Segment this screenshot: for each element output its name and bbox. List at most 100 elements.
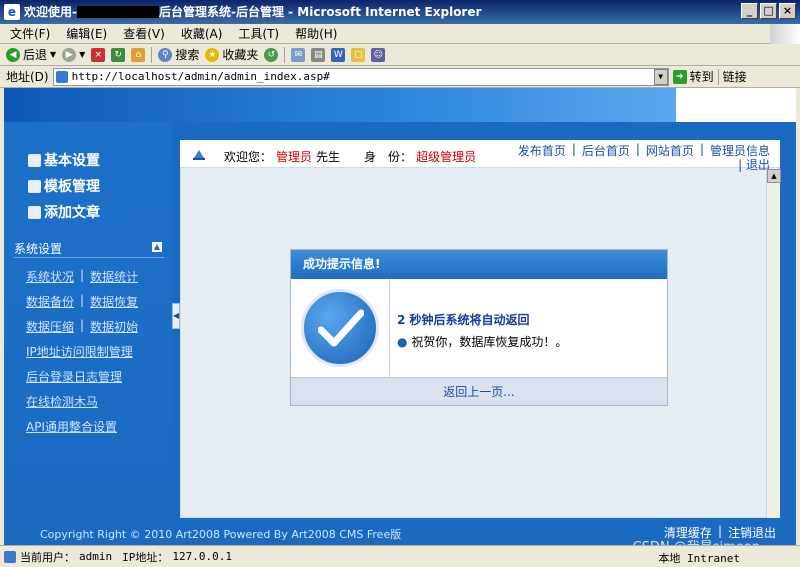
menu-view[interactable]: 查看(V) <box>123 25 165 42</box>
nav-basic-settings[interactable]: 基本设置 <box>28 150 100 170</box>
top-links: 发布首页 | 后台首页 | 网站首页 | 管理员信息 <box>518 142 770 159</box>
minimize-button[interactable]: _ <box>741 3 758 19</box>
close-button[interactable]: × <box>779 3 796 19</box>
window-title-suffix: 后台管理系统-后台管理 - Microsoft Internet Explore… <box>158 5 482 19</box>
messenger-icon[interactable]: ☺ <box>371 47 386 62</box>
window-title-prefix: 欢迎使用- <box>24 5 77 19</box>
separator: | <box>80 318 85 332</box>
link-ip-restrict[interactable]: IP地址访问限制管理 <box>26 343 138 359</box>
menu-help[interactable]: 帮助(H) <box>295 25 337 42</box>
window-titlebar: e 欢迎使用- 后台管理系统-后台管理 - Microsoft Internet … <box>0 0 800 24</box>
link-row: 数据压缩 | 数据初始 <box>26 318 138 334</box>
forward-arrow-icon: ▶ <box>62 47 77 62</box>
ie-logo-icon: e <box>4 4 20 20</box>
star-icon: ★ <box>205 47 220 62</box>
redacted-block <box>76 6 159 18</box>
user-bar: 欢迎您： 管理员 先生 身 份： 超级管理员 发布首页 | 后台首页 | 网站首… <box>180 140 780 172</box>
edit-icon[interactable]: W <box>331 47 346 62</box>
status-bar: 当前用户： admin IP地址： 127.0.0.1 本地 Intranet <box>0 545 800 567</box>
address-label: 地址(D) <box>6 70 49 84</box>
sidebar: 基本设置 模板管理 添加文章 系统设置 ▲ 系统状况 | 数据统计 数据备份 | 数据恢… <box>4 122 172 518</box>
link-login-log[interactable]: 后台登录日志管理 <box>26 368 138 384</box>
link-api-settings[interactable]: API通用整合设置 <box>26 418 138 434</box>
link-publish-home[interactable]: 发布首页 <box>518 142 566 159</box>
link-admin-home[interactable]: 后台首页 <box>582 142 630 159</box>
sidebar-links: 系统状况 | 数据统计 数据备份 | 数据恢复 数据压缩 | 数据初始 IP地址访问限制管理… <box>26 268 138 434</box>
nav-label: 模板管理 <box>44 179 100 195</box>
nav-label: 添加文章 <box>44 205 100 221</box>
menu-tools[interactable]: 工具(T) <box>238 25 279 42</box>
maximize-button[interactable]: □ <box>760 3 777 19</box>
link-data-backup[interactable]: 数据备份 <box>26 293 74 309</box>
link-trojan-check[interactable]: 在线检测木马 <box>26 393 138 409</box>
back-link[interactable]: 返回上一页... <box>291 377 667 405</box>
welcome-label: 欢迎您： <box>224 150 273 164</box>
section-title: 系统设置 <box>14 242 63 256</box>
go-button[interactable]: ➔ 转到 <box>672 68 714 85</box>
link-data-init[interactable]: 数据初始 <box>90 318 138 334</box>
favorites-button[interactable]: ★ 收藏夹 <box>205 46 258 63</box>
page-icon <box>55 70 68 83</box>
scroll-up-icon[interactable]: ▲ <box>767 169 781 183</box>
separator: | <box>571 142 576 156</box>
refresh-icon[interactable]: ↻ <box>111 47 126 62</box>
nav-label: 基本设置 <box>44 153 100 169</box>
link-data-restore[interactable]: 数据恢复 <box>90 293 138 309</box>
nav-add-article[interactable]: 添加文章 <box>28 202 100 222</box>
chevron-down-icon[interactable]: ▼ <box>653 68 668 85</box>
search-button[interactable]: ⚲ 搜索 <box>158 46 199 63</box>
role-value: 超级管理员 <box>416 150 477 164</box>
link-row: 数据备份 | 数据恢复 <box>26 293 138 309</box>
address-bar: 地址(D) http://localhost/admin/admin_index… <box>0 66 800 88</box>
separator: | <box>738 158 743 172</box>
section-system-settings: 系统设置 ▲ <box>14 240 164 258</box>
toolbar-separator <box>284 46 286 63</box>
menu-bar: 文件(F) 编辑(E) 查看(V) 收藏(A) 工具(T) 帮助(H) <box>0 24 800 44</box>
link-system-status[interactable]: 系统状况 <box>26 268 74 284</box>
windows-flag-icon <box>770 24 800 44</box>
toolbar-separator <box>717 68 719 85</box>
sidebar-toggle-button[interactable]: ◀ <box>172 303 180 329</box>
menu-file[interactable]: 文件(F) <box>10 25 50 42</box>
sidebar-topnav: 基本设置 模板管理 添加文章 <box>28 150 100 222</box>
menu-favorites[interactable]: 收藏(A) <box>181 25 223 42</box>
username: 管理员 <box>276 150 313 164</box>
forward-button[interactable]: ▶ ▼ <box>62 47 86 62</box>
dialog-body: 2 秒钟后系统将自动返回 ● 祝贺你，数据库恢复成功！。 <box>291 279 667 377</box>
separator: | <box>635 142 640 156</box>
dialog-message: ● 祝贺你，数据库恢复成功！。 <box>397 333 567 350</box>
dialog-icon-box <box>291 279 390 377</box>
back-button[interactable]: ◀ 后退 ▼ <box>6 46 56 63</box>
status-user: admin <box>79 550 113 563</box>
chevron-down-icon: ▼ <box>79 50 86 59</box>
links-button[interactable]: 链接 <box>723 68 747 85</box>
address-input[interactable]: http://localhost/admin/admin_index.asp# … <box>52 67 669 86</box>
collapse-icon[interactable]: ▲ <box>152 242 162 252</box>
link-data-statistics[interactable]: 数据统计 <box>90 268 138 284</box>
menu-edit[interactable]: 编辑(E) <box>66 25 107 42</box>
security-zone: 本地 Intranet <box>658 552 740 565</box>
separator: | <box>80 293 85 307</box>
go-label: 转到 <box>689 70 714 84</box>
link-data-compress[interactable]: 数据压缩 <box>26 318 74 334</box>
status-user-label: 当前用户： <box>20 550 75 564</box>
mail-icon[interactable]: ✉ <box>291 47 306 62</box>
history-icon[interactable]: ↺ <box>264 47 279 62</box>
toolbar: ◀ 后退 ▼ ▶ ▼ × ↻ ⌂ ⚲ 搜索 ★ 收藏夹 ↺ ✉ ▤ W ▢ ☺ <box>0 44 800 66</box>
discuss-icon[interactable]: ▢ <box>351 47 366 62</box>
nav-template-manage[interactable]: 模板管理 <box>28 176 100 196</box>
link-row: 系统状况 | 数据统计 <box>26 268 138 284</box>
page-content: 基本设置 模板管理 添加文章 系统设置 ▲ 系统状况 | 数据统计 数据备份 | 数据恢… <box>4 88 796 545</box>
search-icon: ⚲ <box>158 47 173 62</box>
stop-icon[interactable]: × <box>91 47 106 62</box>
add-article-icon <box>28 205 41 219</box>
home-icon[interactable]: ⌂ <box>131 47 146 62</box>
search-label: 搜索 <box>175 48 200 62</box>
vertical-scrollbar[interactable]: ▲ <box>766 169 781 518</box>
page-status-icon <box>4 550 16 563</box>
role-label: 身 份： <box>364 150 413 164</box>
link-site-home[interactable]: 网站首页 <box>646 142 694 159</box>
favorites-label: 收藏夹 <box>222 48 259 62</box>
print-icon[interactable]: ▤ <box>311 47 326 62</box>
success-dialog: 成功提示信息! 2 秒钟后系统将自动返回 ● 祝贺你，数据库恢复成功！。 返回上… <box>290 249 668 406</box>
